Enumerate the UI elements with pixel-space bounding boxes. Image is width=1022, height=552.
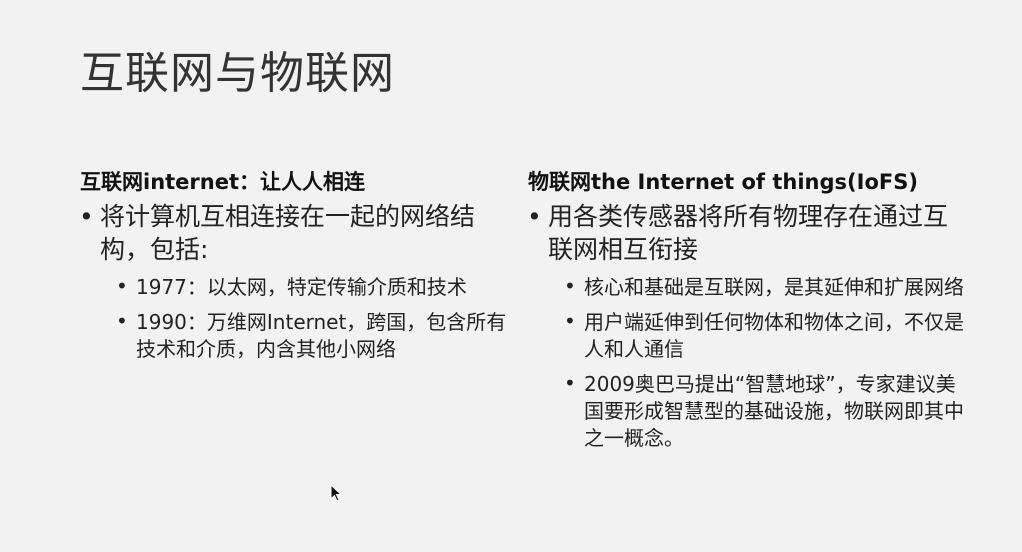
right-sub-bullet-text: 核心和基础是互联网，是其延伸和扩展网络	[584, 275, 964, 299]
bullet-icon: •	[564, 274, 576, 298]
bullet-icon: •	[527, 202, 542, 231]
right-heading: 物联网the Internet of things(IoFS)	[528, 170, 918, 194]
left-main-bullet: • 将计算机互相连接在一起的网络结构，包括:	[79, 200, 520, 266]
left-sub-bullet-text: 1990：万维网Internet，跨国，包含所有技术和介质，内含其他小网络	[136, 310, 507, 361]
left-sub-bullet-text: 1977：以太网，特定传输介质和技术	[136, 275, 467, 299]
left-main-bullet-text: 将计算机互相连接在一起的网络结构，包括:	[100, 202, 476, 264]
right-sub-bullet-user: • 用户端延伸到任何物体和物体之间，不仅是人和人通信	[564, 309, 968, 363]
slide: 互联网与物联网 互联网internet：让人人相连 • 将计算机互相连接在一起的…	[0, 0, 1022, 552]
bullet-icon: •	[564, 309, 576, 333]
right-sub-bullet-text: 2009奥巴马提出“智慧地球”，专家建议美国要形成智慧型的基础设施，物联网即其中…	[584, 372, 964, 450]
right-column: 物联网the Internet of things(IoFS) • 用各类传感器…	[527, 168, 968, 452]
left-column: 互联网internet：让人人相连 • 将计算机互相连接在一起的网络结构，包括:…	[79, 168, 520, 363]
right-main-bullet: • 用各类传感器将所有物理存在通过互联网相互衔接	[527, 200, 968, 266]
right-sub-bullet-core: • 核心和基础是互联网，是其延伸和扩展网络	[564, 274, 968, 301]
right-sub-bullet-text: 用户端延伸到任何物体和物体之间，不仅是人和人通信	[584, 310, 964, 361]
left-sub-bullet-1977: • 1977：以太网，特定传输介质和技术	[116, 274, 520, 301]
left-sub-bullet-1990: • 1990：万维网Internet，跨国，包含所有技术和介质，内含其他小网络	[116, 309, 520, 363]
left-heading: 互联网internet：让人人相连	[80, 170, 366, 194]
right-sub-bullet-2009: • 2009奥巴马提出“智慧地球”，专家建议美国要形成智慧型的基础设施，物联网即…	[564, 371, 968, 452]
mouse-pointer-icon	[330, 484, 342, 502]
bullet-icon: •	[116, 309, 128, 333]
right-main-bullet-text: 用各类传感器将所有物理存在通过互联网相互衔接	[548, 202, 949, 264]
bullet-icon: •	[79, 202, 94, 231]
bullet-icon: •	[564, 371, 576, 395]
slide-title: 互联网与物联网	[80, 48, 395, 99]
bullet-icon: •	[116, 274, 128, 298]
